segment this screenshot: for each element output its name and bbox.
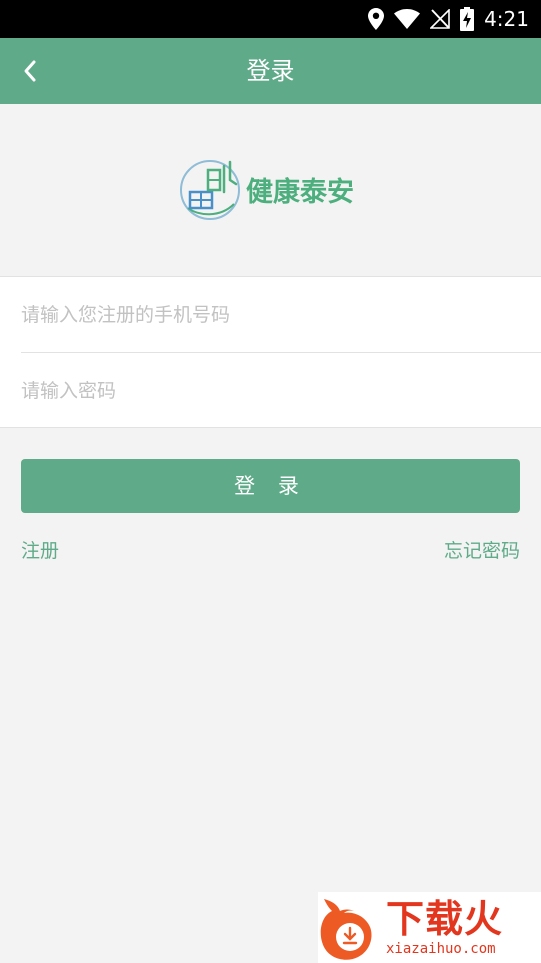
flame-logo-icon xyxy=(320,898,372,960)
status-icons: 4:21 xyxy=(368,0,529,38)
watermark: 下载火 xiazaihuo.com xyxy=(318,892,541,963)
chevron-left-icon xyxy=(24,60,36,82)
battery-charging-icon xyxy=(460,7,475,31)
password-input[interactable] xyxy=(21,353,541,428)
location-icon xyxy=(368,8,385,30)
watermark-cn: 下载火 xyxy=(386,896,504,941)
watermark-text: 下载火 xiazaihuo.com xyxy=(386,900,503,956)
logo-text: 健康泰安 xyxy=(246,176,354,208)
no-signal-icon xyxy=(430,9,450,29)
app-logo: 健康泰安 xyxy=(178,156,368,222)
login-form xyxy=(0,276,541,428)
status-bar: 4:21 xyxy=(0,0,541,38)
phone-input[interactable] xyxy=(21,277,541,352)
forgot-password-link[interactable]: 忘记密码 xyxy=(444,536,520,563)
logo-emblem-icon xyxy=(180,160,240,220)
wifi-icon xyxy=(394,9,421,29)
watermark-en: xiazaihuo.com xyxy=(386,940,496,957)
nav-bar: 登录 xyxy=(0,38,541,104)
back-button[interactable] xyxy=(10,51,50,91)
login-button[interactable]: 登 录 xyxy=(21,459,520,513)
register-link[interactable]: 注册 xyxy=(21,536,59,563)
status-time: 4:21 xyxy=(484,7,529,31)
page-title: 登录 xyxy=(246,57,295,85)
